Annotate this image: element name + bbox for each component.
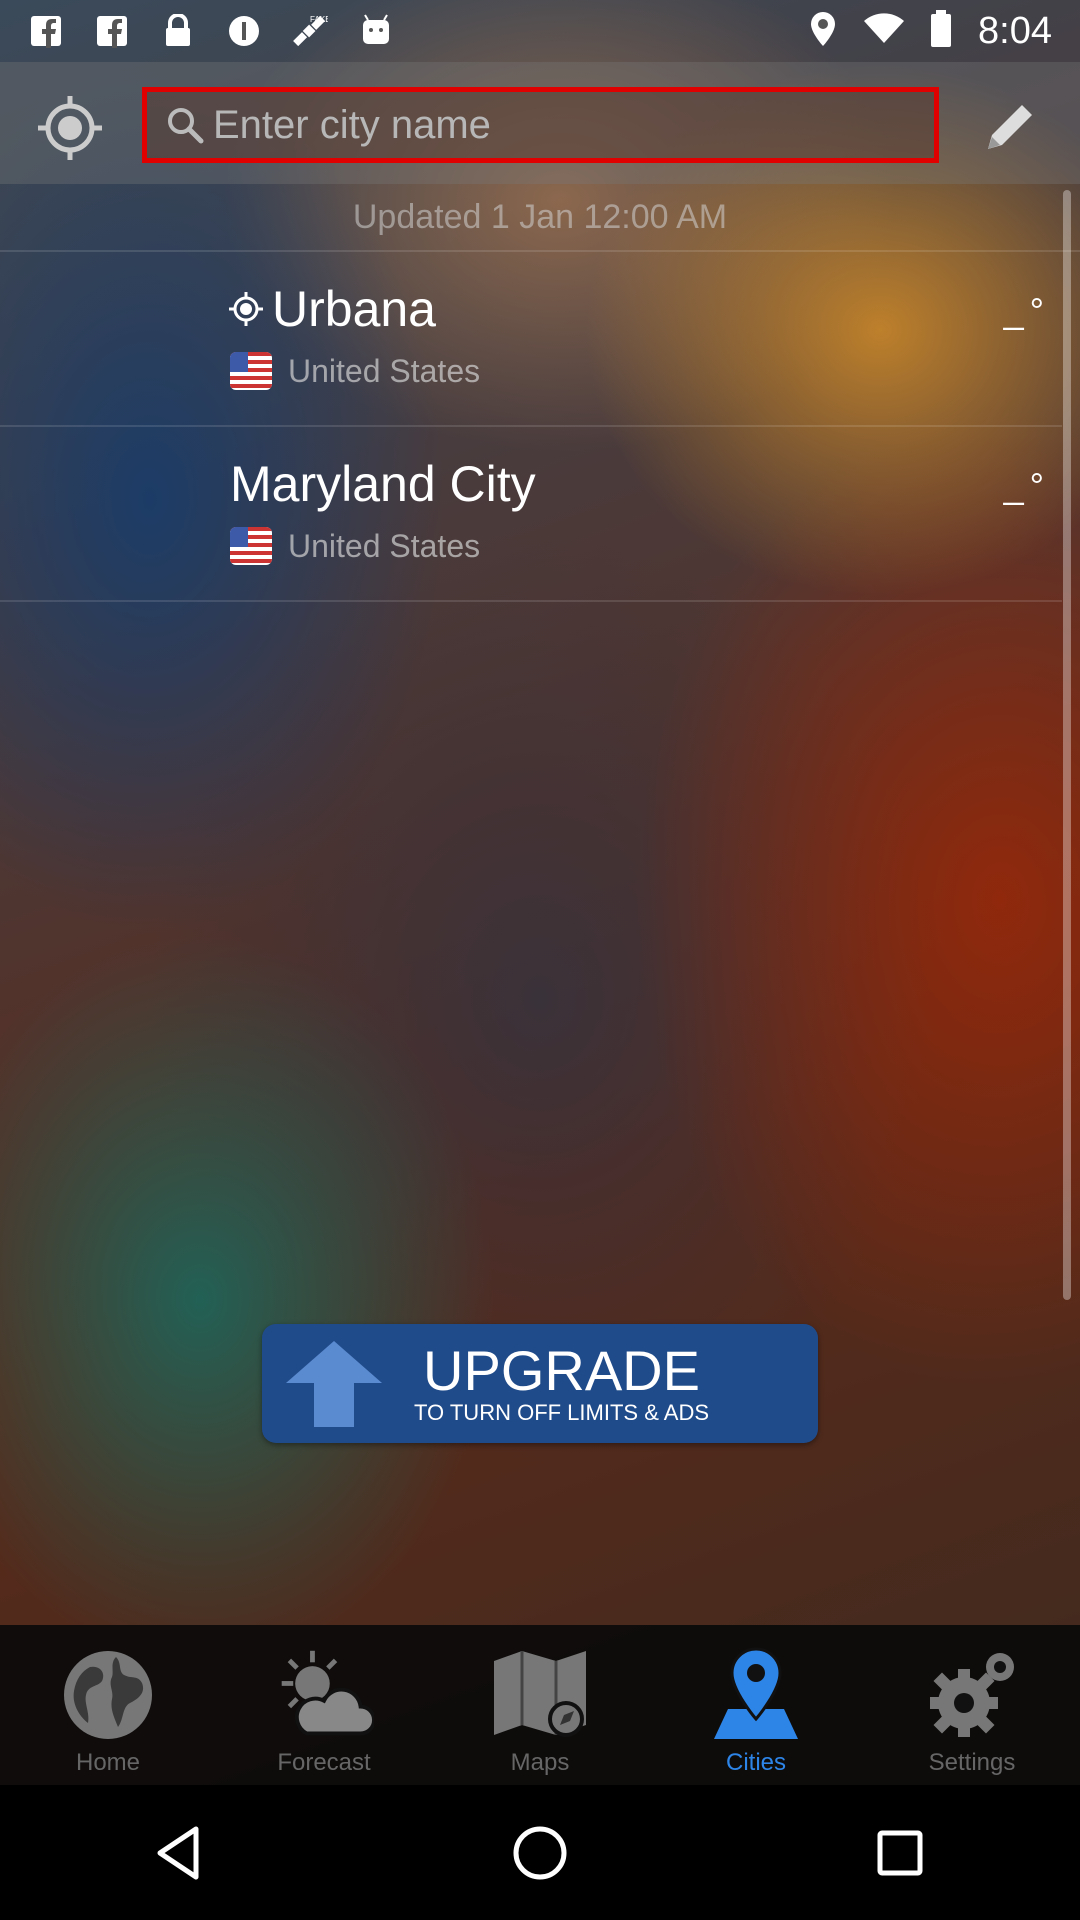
us-flag-icon: [230, 527, 272, 565]
recents-square-icon: [877, 1830, 923, 1875]
city-name-line: Maryland City: [230, 455, 536, 513]
country-line: United States: [230, 527, 480, 565]
city-row-maryland-city[interactable]: Maryland City United States _°: [0, 427, 1062, 602]
country-name: United States: [288, 352, 481, 389]
wifi-icon: [864, 12, 905, 50]
crosshair-icon: [38, 96, 102, 160]
upgrade-subtitle: TO TURN OFF LIMITS & ADS: [414, 1399, 710, 1425]
upgrade-title: UPGRADE: [423, 1338, 700, 1402]
city-name-line: Urbana: [228, 280, 436, 338]
temperature: _°: [1003, 465, 1050, 506]
tab-label: Cities: [725, 1749, 786, 1776]
scrollbar[interactable]: [1063, 190, 1071, 1300]
tab-label: Settings: [928, 1749, 1016, 1776]
tab-cities[interactable]: Cities: [648, 1625, 864, 1785]
satellite-icon: FAKE: [292, 13, 328, 49]
tab-label: Forecast: [277, 1749, 371, 1776]
home-button[interactable]: [490, 1803, 590, 1903]
status-bar: FAKE 8:04: [0, 0, 1080, 62]
city-name: Maryland City: [230, 456, 536, 512]
city-name: Urbana: [272, 281, 436, 337]
tab-label: Maps: [510, 1749, 570, 1776]
sun-cloud-icon: [274, 1645, 374, 1745]
bottom-tab-bar: Home Forecast Maps Cities Settings: [0, 1625, 1080, 1785]
clock: 8:04: [978, 9, 1052, 52]
upgrade-button[interactable]: UPGRADE TO TURN OFF LIMITS & ADS: [262, 1324, 818, 1443]
up-arrow-icon: [286, 1340, 382, 1427]
battery-icon: [930, 9, 952, 53]
home-circle-icon: [513, 1826, 567, 1879]
city-row-urbana[interactable]: Urbana United States _°: [0, 252, 1062, 427]
notification-icons: FAKE: [28, 13, 394, 49]
svg-text:FAKE: FAKE: [310, 15, 328, 24]
city-search-input[interactable]: [213, 102, 913, 148]
globe-icon: [58, 1645, 158, 1745]
search-box[interactable]: [142, 87, 939, 163]
location-icon: [808, 10, 838, 53]
us-flag-icon: [230, 352, 272, 390]
system-navigation-bar: [0, 1785, 1080, 1920]
upgrade-text: UPGRADE TO TURN OFF LIMITS & ADS: [414, 1338, 710, 1426]
current-location-icon: [229, 292, 263, 326]
facebook-icon: [28, 13, 64, 49]
temperature: _°: [1003, 290, 1050, 331]
info-icon: [226, 13, 262, 49]
search-icon: [168, 108, 204, 144]
tab-maps[interactable]: Maps: [432, 1625, 648, 1785]
current-location-button[interactable]: [32, 90, 108, 166]
map-icon: [490, 1645, 590, 1745]
recents-button[interactable]: [850, 1803, 950, 1903]
map-pin-icon: [706, 1645, 806, 1745]
tab-label: Home: [75, 1749, 141, 1776]
back-button[interactable]: [130, 1803, 230, 1903]
android-icon: [358, 13, 394, 49]
tab-settings[interactable]: Settings: [864, 1625, 1080, 1785]
lock-icon: [160, 13, 196, 49]
edit-button[interactable]: [975, 92, 1045, 162]
updated-timestamp: Updated 1 Jan 12:00 AM: [0, 184, 1080, 252]
gear-icon: [922, 1645, 1022, 1745]
top-bar: [0, 62, 1080, 184]
facebook-icon: [94, 13, 130, 49]
tab-forecast[interactable]: Forecast: [216, 1625, 432, 1785]
country-line: United States: [230, 352, 480, 390]
back-triangle-icon: [157, 1826, 199, 1879]
country-name: United States: [288, 527, 481, 564]
pencil-icon: [988, 105, 1032, 149]
system-icons: 8:04: [808, 9, 1052, 53]
tab-home[interactable]: Home: [0, 1625, 216, 1785]
